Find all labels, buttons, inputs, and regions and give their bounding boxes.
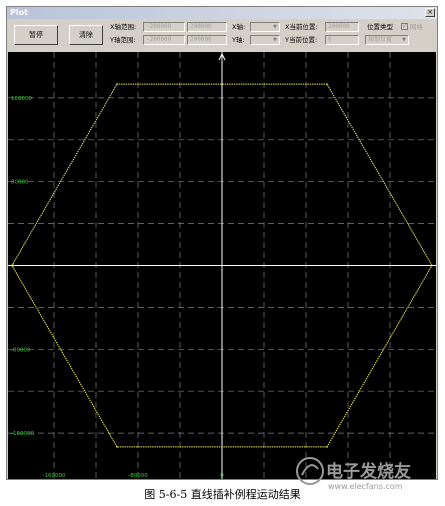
pause-button[interactable]: 暂停 <box>14 25 58 45</box>
trajectory-point <box>116 83 118 85</box>
plot-area: 160000 80000 0 -80000 -160000 -160000 -80000 0 <box>8 52 436 479</box>
x-axis-select[interactable]: ▼ <box>250 22 280 32</box>
x-tick-label: 0 <box>220 473 224 479</box>
title-bar: Plot × <box>7 7 437 19</box>
grid-checkbox[interactable]: ✓ <box>401 23 408 30</box>
watermark-logo: 电子发烧友 www.elecfans.com <box>296 457 411 491</box>
position-type-label: 位置类型 <box>367 23 393 31</box>
grid-label: 网格 <box>410 23 423 31</box>
y-tick-label: -160000 <box>11 431 34 437</box>
watermark: 电子发烧友 www.elecfans.com <box>290 453 440 493</box>
y-axis-label: Y轴: <box>232 36 245 44</box>
trajectory-point <box>326 446 328 448</box>
position-type-select[interactable]: 规划位置 ▼ <box>365 35 409 45</box>
clear-button[interactable]: 清除 <box>69 25 103 45</box>
x-current-label: X当前位置: <box>285 23 318 31</box>
x-axis-label: X轴: <box>232 23 246 31</box>
x-range-min-input[interactable]: -200000 <box>143 22 185 32</box>
trajectory-point <box>326 83 328 85</box>
x-tick-label: -80000 <box>128 473 148 479</box>
svg-text:www.elecfans.com: www.elecfans.com <box>328 482 403 491</box>
trajectory-point <box>431 264 433 267</box>
trajectory-point <box>11 264 13 267</box>
y-range-label: Y轴范围: <box>110 36 136 44</box>
x-range-label: X轴范围: <box>110 23 137 31</box>
plot-canvas: 160000800000-80000-160000-160000 -80000 0 <box>8 52 436 479</box>
x-current-input[interactable]: 200000 <box>325 22 359 32</box>
x-tick-label: -160000 <box>43 473 66 479</box>
y-tick-label: -80000 <box>11 347 31 353</box>
trajectory-point <box>116 446 118 448</box>
y-tick-label: 160000 <box>11 96 32 102</box>
y-range-max-input[interactable]: 200000 <box>187 35 227 45</box>
y-current-label: Y当前位置: <box>285 36 318 44</box>
chevron-down-icon: ▼ <box>400 36 408 44</box>
svg-text:电子发烧友: 电子发烧友 <box>326 461 411 482</box>
x-range-max-input[interactable]: 200000 <box>187 22 227 32</box>
y-axis-select[interactable]: ▼ <box>250 35 280 45</box>
chevron-down-icon: ▼ <box>271 36 279 44</box>
y-tick-label: 80000 <box>11 180 29 186</box>
chevron-down-icon: ▼ <box>271 23 279 31</box>
position-type-value: 规划位置 <box>368 36 393 43</box>
window-title: Plot <box>10 8 28 17</box>
y-current-input[interactable]: 0 <box>325 35 359 45</box>
close-button[interactable]: × <box>425 8 435 17</box>
y-range-min-input[interactable]: -200000 <box>143 35 185 45</box>
